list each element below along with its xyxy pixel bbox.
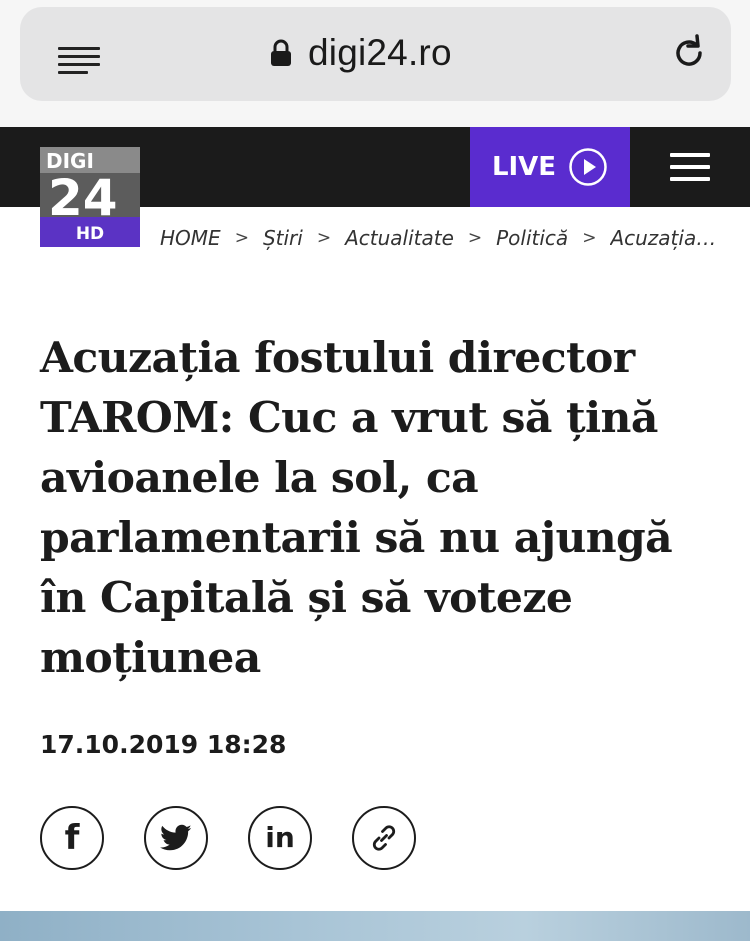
share-buttons: f in: [40, 806, 456, 870]
reader-mode-icon[interactable]: [58, 47, 100, 75]
breadcrumb-separator: >: [582, 228, 597, 248]
breadcrumb: HOME > Știri > Actualitate > Politică > …: [160, 222, 720, 254]
logo-badge-text: HD: [76, 224, 104, 244]
article-datetime: 17.10.2019 18:28: [40, 730, 287, 759]
copy-link-button[interactable]: [352, 806, 416, 870]
breadcrumb-actualitate[interactable]: Actualitate: [345, 226, 454, 250]
facebook-icon: f: [64, 818, 80, 858]
play-circle-icon: [569, 148, 607, 186]
lock-icon: [271, 39, 291, 66]
breadcrumb-stiri[interactable]: Știri: [263, 226, 303, 250]
breadcrumb-home[interactable]: HOME: [160, 226, 221, 250]
breadcrumb-separator: >: [467, 228, 483, 248]
digi24-logo[interactable]: DIGI 24 HD: [40, 147, 140, 247]
link-icon: [372, 825, 396, 851]
breadcrumb-separator: >: [234, 228, 249, 248]
share-facebook-button[interactable]: f: [40, 806, 104, 870]
twitter-icon: [160, 824, 192, 851]
url-display[interactable]: digi24.ro: [270, 30, 452, 76]
article-hero-image: [0, 911, 750, 941]
url-text: digi24.ro: [308, 32, 452, 73]
share-twitter-button[interactable]: [144, 806, 208, 870]
hamburger-menu-icon[interactable]: [670, 153, 710, 181]
share-linkedin-button[interactable]: in: [248, 806, 312, 870]
breadcrumb-separator: >: [316, 228, 332, 248]
linkedin-icon: in: [265, 821, 295, 854]
article-title: Acuzația fostului director TAROM: Cuc a …: [40, 333, 673, 683]
reload-icon[interactable]: [670, 34, 708, 72]
browser-toolbar: digi24.ro: [0, 0, 750, 127]
breadcrumb-current: Acuzația…: [610, 226, 717, 250]
live-button[interactable]: LIVE: [470, 127, 630, 207]
live-label: LIVE: [491, 152, 557, 182]
breadcrumb-politica[interactable]: Politică: [496, 226, 568, 250]
